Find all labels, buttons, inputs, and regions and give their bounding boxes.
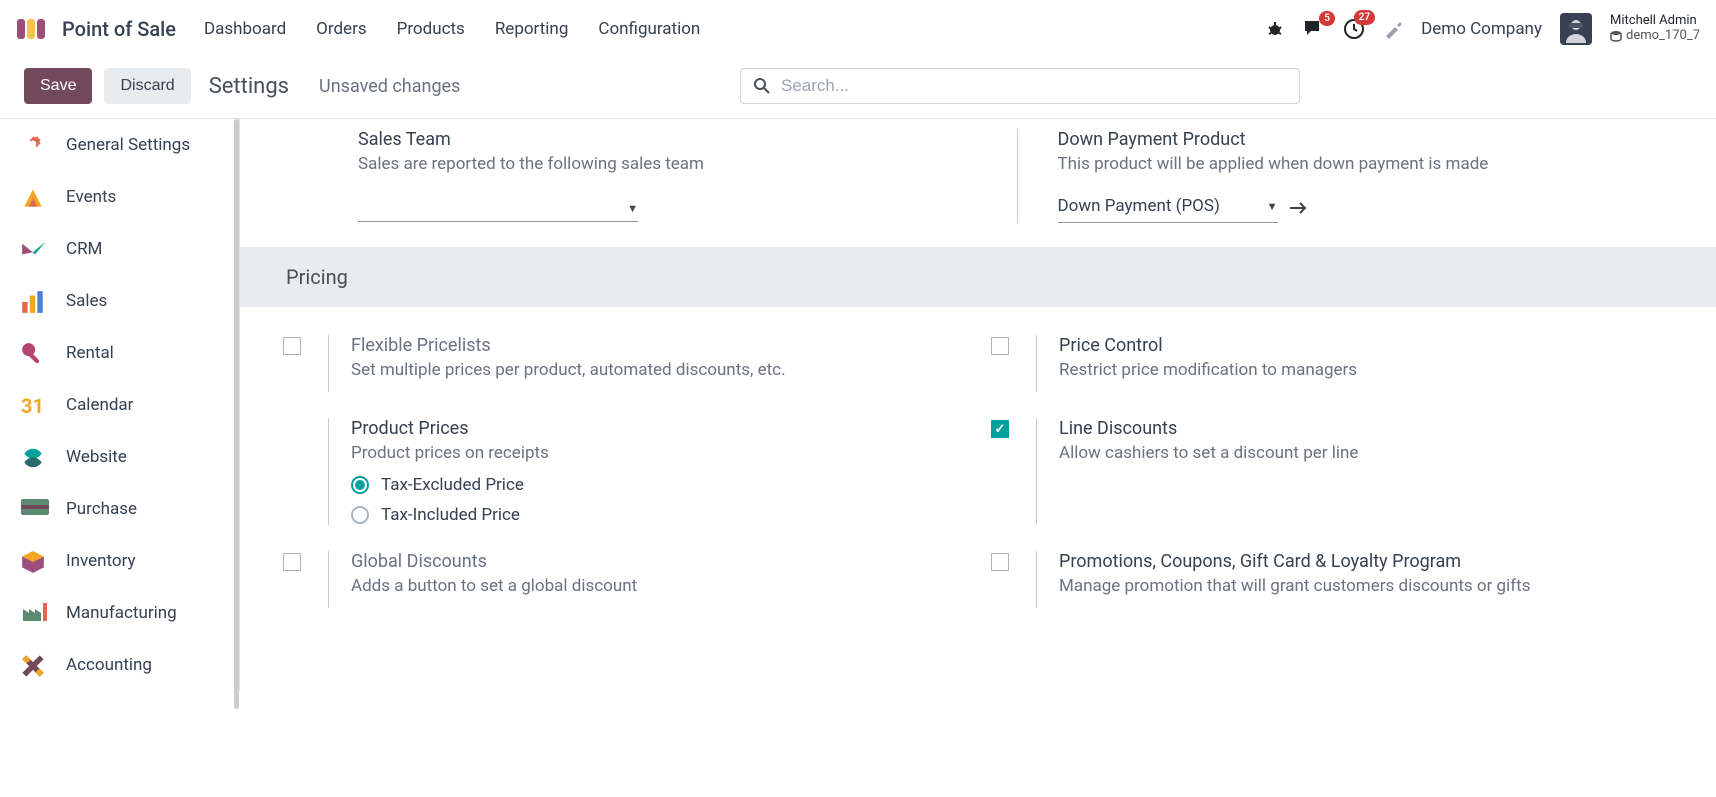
top-navbar: Point of Sale Dashboard Orders Products … <box>0 0 1716 58</box>
sidebar-item-inventory[interactable]: Inventory <box>0 535 239 587</box>
inventory-icon <box>20 549 50 573</box>
messages-icon[interactable]: 5 <box>1303 19 1325 39</box>
setting-desc-global-discounts: Adds a button to set a global discount <box>351 576 968 596</box>
price-control-checkbox[interactable] <box>991 337 1009 355</box>
sidebar-item-sales[interactable]: Sales <box>0 275 239 327</box>
section-header-pricing: Pricing <box>240 247 1716 307</box>
sidebar-item-events[interactable]: Events <box>0 171 239 223</box>
sidebar-label: Sales <box>66 291 107 311</box>
company-selector[interactable]: Demo Company <box>1421 19 1542 39</box>
line-discounts-checkbox[interactable]: ✓ <box>991 420 1009 438</box>
database-name: demo_170_7 <box>1626 29 1700 44</box>
setting-title-sales-team: Sales Team <box>358 129 977 150</box>
nav-orders[interactable]: Orders <box>316 19 366 39</box>
setting-title-promotions: Promotions, Coupons, Gift Card & Loyalty… <box>1059 551 1676 572</box>
setting-title-flexible-pricelists: Flexible Pricelists <box>351 335 968 356</box>
nav-products[interactable]: Products <box>397 19 465 39</box>
manufacturing-icon <box>20 601 50 625</box>
activities-icon[interactable]: 27 <box>1343 18 1365 40</box>
sidebar-label: Manufacturing <box>66 603 177 623</box>
user-avatar-icon[interactable] <box>1560 13 1592 45</box>
radio-icon <box>351 476 369 494</box>
search-input[interactable] <box>781 76 1287 96</box>
sidebar-item-accounting[interactable]: Accounting <box>0 639 239 691</box>
gear-icon <box>20 133 50 157</box>
radio-icon <box>351 506 369 524</box>
sidebar-label: Inventory <box>66 551 136 571</box>
settings-sidebar: General Settings Events CRM Sales Rental… <box>0 119 240 691</box>
setting-title-down-payment: Down Payment Product <box>1058 129 1677 150</box>
promotions-checkbox[interactable] <box>991 553 1009 571</box>
app-logo-icon <box>16 15 52 43</box>
sidebar-item-rental[interactable]: Rental <box>0 327 239 379</box>
save-button[interactable]: Save <box>24 68 92 104</box>
setting-desc-sales-team: Sales are reported to the following sale… <box>358 154 977 174</box>
nav-configuration[interactable]: Configuration <box>598 19 700 39</box>
app-title[interactable]: Point of Sale <box>62 17 176 41</box>
search-box[interactable] <box>740 68 1300 104</box>
sidebar-label: General Settings <box>66 135 190 155</box>
setting-desc-product-prices: Product prices on receipts <box>351 443 968 463</box>
nav-reporting[interactable]: Reporting <box>495 19 569 39</box>
database-icon <box>1610 30 1622 42</box>
chevron-down-icon: ▼ <box>627 202 638 215</box>
tools-icon[interactable] <box>1383 19 1403 39</box>
messages-badge: 5 <box>1319 11 1335 26</box>
discard-button[interactable]: Discard <box>104 68 190 104</box>
setting-desc-line-discounts: Allow cashiers to set a discount per lin… <box>1059 443 1676 463</box>
sidebar-item-crm[interactable]: CRM <box>0 223 239 275</box>
sidebar-label: Purchase <box>66 499 137 519</box>
search-icon <box>753 77 771 95</box>
sidebar-label: Events <box>66 187 116 207</box>
activities-badge: 27 <box>1354 10 1375 25</box>
down-payment-select[interactable]: Down Payment (POS) ▼ <box>1058 192 1278 223</box>
sales-team-select[interactable]: ▼ <box>358 198 638 222</box>
settings-content: Sales Team Sales are reported to the fol… <box>240 119 1716 691</box>
sidebar-label: Accounting <box>66 655 152 675</box>
setting-desc-down-payment: This product will be applied when down p… <box>1058 154 1677 174</box>
flexible-pricelists-checkbox[interactable] <box>283 337 301 355</box>
events-icon <box>20 185 50 209</box>
purchase-icon <box>20 497 50 521</box>
calendar-icon: 31 <box>20 393 50 417</box>
user-name: Mitchell Admin <box>1610 14 1700 29</box>
svg-text:31: 31 <box>21 394 44 417</box>
setting-title-product-prices: Product Prices <box>351 418 968 439</box>
global-discounts-checkbox[interactable] <box>283 553 301 571</box>
sidebar-item-purchase[interactable]: Purchase <box>0 483 239 535</box>
radio-tax-included[interactable]: Tax-Included Price <box>351 505 968 525</box>
sidebar-label: Rental <box>66 343 114 363</box>
setting-title-price-control: Price Control <box>1059 335 1676 356</box>
website-icon <box>20 445 50 469</box>
control-bar: Save Discard Settings Unsaved changes <box>0 58 1716 118</box>
unsaved-indicator: Unsaved changes <box>319 76 460 97</box>
sidebar-label: Calendar <box>66 395 133 415</box>
sidebar-item-manufacturing[interactable]: Manufacturing <box>0 587 239 639</box>
setting-title-line-discounts: Line Discounts <box>1059 418 1676 439</box>
setting-desc-promotions: Manage promotion that will grant custome… <box>1059 576 1676 596</box>
user-menu[interactable]: Mitchell Admin demo_170_7 <box>1610 14 1700 44</box>
debug-icon[interactable] <box>1265 19 1285 39</box>
sales-icon <box>20 289 50 313</box>
rental-icon <box>20 341 50 365</box>
accounting-icon <box>20 653 50 677</box>
setting-desc-price-control: Restrict price modification to managers <box>1059 360 1676 380</box>
sidebar-item-general-settings[interactable]: General Settings <box>0 119 239 171</box>
sidebar-item-calendar[interactable]: 31 Calendar <box>0 379 239 431</box>
breadcrumb: Settings <box>209 74 289 99</box>
sidebar-item-website[interactable]: Website <box>0 431 239 483</box>
radio-tax-excluded[interactable]: Tax-Excluded Price <box>351 475 968 495</box>
sidebar-label: CRM <box>66 239 102 259</box>
setting-title-global-discounts: Global Discounts <box>351 551 968 572</box>
external-link-icon[interactable] <box>1288 201 1308 215</box>
section-title: Pricing <box>240 265 1716 289</box>
sidebar-label: Website <box>66 447 127 467</box>
setting-desc-flexible-pricelists: Set multiple prices per product, automat… <box>351 360 968 380</box>
nav-dashboard[interactable]: Dashboard <box>204 19 286 39</box>
chevron-down-icon: ▼ <box>1267 200 1278 213</box>
crm-icon <box>20 237 50 261</box>
